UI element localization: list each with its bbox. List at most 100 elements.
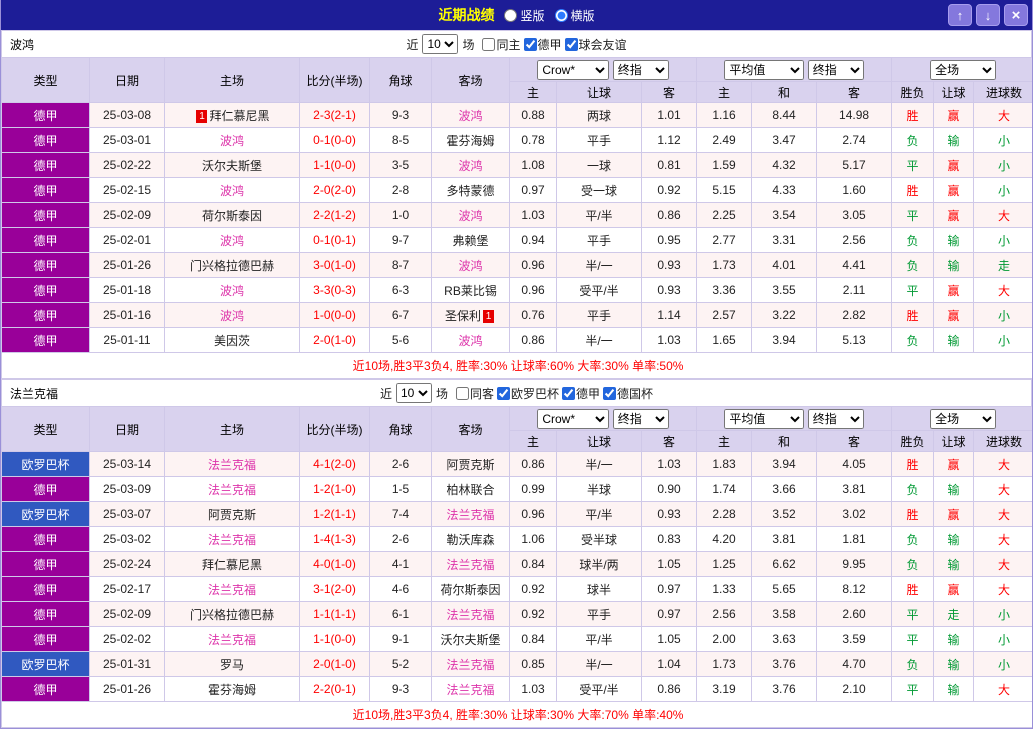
filter-option[interactable]: 同客	[456, 385, 494, 402]
home-team-name[interactable]: 波鸿	[220, 234, 244, 248]
handicap-result-cell: 走	[934, 602, 974, 627]
handicap-away-odds: 1.05	[642, 627, 697, 652]
away-team-name[interactable]: 法兰克福	[446, 658, 494, 672]
avg-draw-odds: 5.65	[752, 577, 817, 602]
away-team-cell: RB莱比锡	[432, 278, 510, 303]
home-team-name[interactable]: 阿贾克斯	[208, 508, 256, 522]
away-team-cell: 法兰克福	[432, 677, 510, 702]
odds-stage-select[interactable]: 终指	[613, 60, 669, 80]
filter-option[interactable]: 德国杯	[603, 385, 653, 402]
match-count-select[interactable]: 10	[422, 34, 458, 54]
home-team-name[interactable]: 拜仁慕尼黑	[202, 558, 262, 572]
scroll-down-button[interactable]: ↓	[976, 4, 1000, 26]
filter-option[interactable]: 德甲	[524, 36, 562, 53]
odds-stage-select[interactable]: 终指	[613, 409, 669, 429]
away-team-name[interactable]: 波鸿	[458, 259, 482, 273]
score-cell: 2-0(1-0)	[300, 652, 370, 677]
scroll-up-button[interactable]: ↑	[948, 4, 972, 26]
avg-home-odds: 1.59	[697, 153, 752, 178]
away-team-name[interactable]: 波鸿	[458, 334, 482, 348]
match-row: 德甲25-01-26霍芬海姆2-2(0-1)9-3法兰克福1.03受平/半0.8…	[2, 677, 1033, 702]
match-count-select[interactable]: 10	[396, 383, 432, 403]
home-team-name[interactable]: 霍芬海姆	[208, 683, 256, 697]
home-team-name[interactable]: 波鸿	[220, 284, 244, 298]
filter-option[interactable]: 球会友谊	[565, 36, 627, 53]
filter-option[interactable]: 欧罗巴杯	[497, 385, 559, 402]
home-team-name[interactable]: 拜仁慕尼黑	[209, 109, 269, 123]
home-team-name[interactable]: 波鸿	[220, 309, 244, 323]
home-team-name[interactable]: 门兴格拉德巴赫	[190, 608, 274, 622]
avg-home-odds: 2.28	[697, 502, 752, 527]
odds-source-select[interactable]: Crow*	[537, 409, 609, 429]
close-button[interactable]: ×	[1004, 4, 1028, 26]
home-team-name[interactable]: 门兴格拉德巴赫	[190, 259, 274, 273]
away-team-name[interactable]: RB莱比锡	[444, 284, 497, 298]
filter-checkbox[interactable]	[524, 38, 537, 51]
away-team-name[interactable]: 法兰克福	[446, 508, 494, 522]
filter-controls: 近 10 场 同客欧罗巴杯德甲德国杯	[380, 383, 653, 403]
result-cell: 平	[892, 203, 934, 228]
home-team-name[interactable]: 波鸿	[220, 134, 244, 148]
filter-checkbox[interactable]	[456, 387, 469, 400]
filter-option[interactable]: 同主	[482, 36, 520, 53]
filter-checkbox[interactable]	[603, 387, 616, 400]
home-team-name[interactable]: 法兰克福	[208, 633, 256, 647]
away-team-name[interactable]: 波鸿	[458, 109, 482, 123]
away-team-name[interactable]: 阿贾克斯	[446, 458, 494, 472]
date-cell: 25-03-08	[90, 103, 165, 128]
home-team-name[interactable]: 美因茨	[214, 334, 250, 348]
layout-horizontal-option[interactable]: 横版	[555, 7, 595, 24]
handicap-home-odds: 1.06	[510, 527, 557, 552]
avg-source-select[interactable]: 平均值	[724, 409, 804, 429]
handicap-result-cell: 赢	[934, 178, 974, 203]
home-team-name[interactable]: 荷尔斯泰因	[202, 209, 262, 223]
away-team-cell: 多特蒙德	[432, 178, 510, 203]
average-odds-group: 平均值 终指	[697, 407, 892, 431]
away-team-name[interactable]: 波鸿	[458, 159, 482, 173]
away-team-name[interactable]: 法兰克福	[446, 683, 494, 697]
away-team-name[interactable]: 柏林联合	[446, 483, 494, 497]
sub-home-header: 主	[510, 431, 557, 452]
away-team-name[interactable]: 多特蒙德	[446, 184, 494, 198]
league-cell: 欧罗巴杯	[2, 452, 90, 477]
fulltime-select[interactable]: 全场	[930, 409, 996, 429]
filter-checkbox[interactable]	[562, 387, 575, 400]
home-team-name[interactable]: 法兰克福	[208, 583, 256, 597]
avg-stage-select[interactable]: 终指	[808, 60, 864, 80]
col-type-header: 类型	[2, 407, 90, 452]
home-team-name[interactable]: 波鸿	[220, 184, 244, 198]
home-team-name[interactable]: 法兰克福	[208, 483, 256, 497]
away-team-name[interactable]: 法兰克福	[446, 558, 494, 572]
away-team-name[interactable]: 荷尔斯泰因	[440, 583, 500, 597]
corner-cell: 4-1	[370, 552, 432, 577]
home-team-name[interactable]: 沃尔夫斯堡	[202, 159, 262, 173]
goals-result-cell: 大	[974, 278, 1033, 303]
horizontal-radio[interactable]	[555, 9, 568, 22]
avg-away-odds: 4.41	[817, 253, 892, 278]
handicap-away-odds: 0.83	[642, 527, 697, 552]
score-cell: 1-1(0-0)	[300, 627, 370, 652]
home-team-name[interactable]: 罗马	[220, 658, 244, 672]
avg-source-select[interactable]: 平均值	[724, 60, 804, 80]
away-team-name[interactable]: 圣保利	[445, 309, 481, 323]
away-team-name[interactable]: 波鸿	[458, 209, 482, 223]
layout-vertical-option[interactable]: 竖版	[504, 7, 544, 24]
filter-checkbox[interactable]	[565, 38, 578, 51]
away-team-name[interactable]: 霍芬海姆	[446, 134, 494, 148]
away-team-name[interactable]: 弗赖堡	[452, 234, 488, 248]
vertical-radio[interactable]	[504, 9, 517, 22]
avg-stage-select[interactable]: 终指	[808, 409, 864, 429]
home-team-name[interactable]: 法兰克福	[208, 458, 256, 472]
away-team-name[interactable]: 法兰克福	[446, 608, 494, 622]
handicap-result-cell: 输	[934, 677, 974, 702]
away-team-name[interactable]: 沃尔夫斯堡	[440, 633, 500, 647]
home-team-name[interactable]: 法兰克福	[208, 533, 256, 547]
away-team-name[interactable]: 勒沃库森	[446, 533, 494, 547]
handicap-line: 半/一	[557, 328, 642, 353]
odds-source-select[interactable]: Crow*	[537, 60, 609, 80]
fulltime-select[interactable]: 全场	[930, 60, 996, 80]
filter-option[interactable]: 德甲	[562, 385, 600, 402]
filter-checkbox[interactable]	[482, 38, 495, 51]
goals-result-cell: 小	[974, 303, 1033, 328]
filter-checkbox[interactable]	[497, 387, 510, 400]
